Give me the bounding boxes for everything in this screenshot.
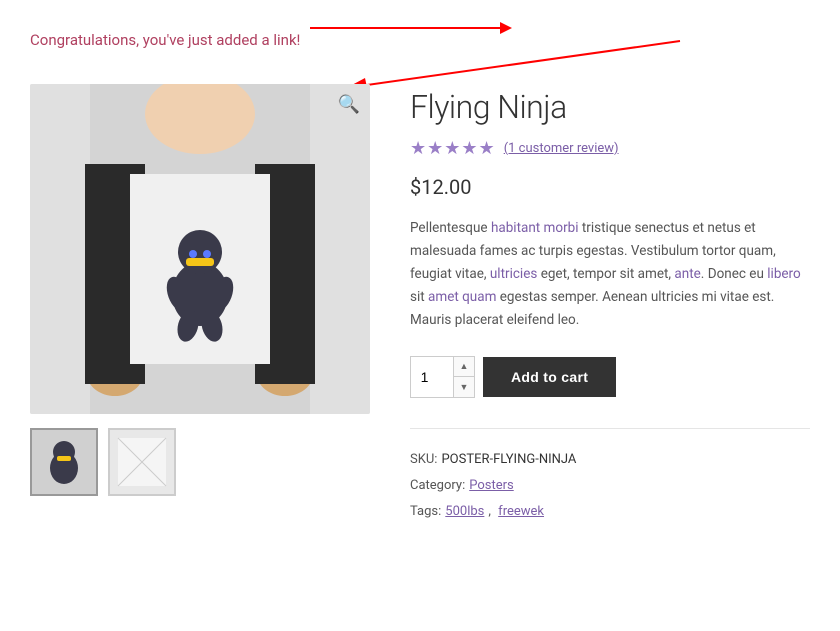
product-price: $12.00 [410, 175, 810, 199]
quantity-input-wrap: ▲ ▼ [410, 356, 475, 398]
zoom-icon[interactable]: 🔍 [338, 94, 360, 115]
desc-link-habitant[interactable]: habitant morbi [491, 220, 579, 236]
quantity-up-button[interactable]: ▲ [454, 357, 474, 377]
thumbnail-1[interactable] [30, 428, 98, 496]
rating-row: ★★★★★ (1 customer review) [410, 138, 810, 159]
tags-label: Tags: [410, 499, 441, 525]
thumbnail-row [30, 428, 370, 496]
product-images: 🔍 [30, 84, 370, 496]
sku-row: SKU: POSTER-FLYING-NINJA [410, 447, 810, 473]
tag-separator: , [488, 499, 494, 525]
category-row: Category: Posters [410, 473, 810, 499]
desc-link-libero[interactable]: libero [767, 266, 800, 282]
product-meta: SKU: POSTER-FLYING-NINJA Category: Poste… [410, 428, 810, 525]
review-link[interactable]: (1 customer review) [504, 141, 619, 156]
page-wrapper: Congratulations, you've just added a lin… [0, 0, 840, 545]
product-description: Pellentesque habitant morbi tristique se… [410, 217, 810, 332]
quantity-arrows: ▲ ▼ [453, 357, 474, 397]
diagonal-arrow-svg [330, 36, 690, 96]
add-to-cart-button[interactable]: Add to cart [483, 357, 616, 397]
star-rating: ★★★★★ [410, 138, 496, 159]
tag-freewek-link[interactable]: freewek [498, 499, 544, 525]
desc-link-ante[interactable]: ante [674, 266, 700, 282]
add-to-cart-row: ▲ ▼ Add to cart [410, 356, 810, 398]
congrats-text: Congratulations, you've just added a lin… [30, 31, 300, 49]
main-product-image: 🔍 [30, 84, 370, 414]
product-info: Flying Ninja ★★★★★ (1 customer review) $… [410, 84, 810, 525]
desc-link-amet[interactable]: amet quam [428, 289, 496, 305]
sku-value: POSTER-FLYING-NINJA [441, 447, 576, 473]
quantity-down-button[interactable]: ▼ [454, 377, 474, 397]
thumbnail-2[interactable] [108, 428, 176, 496]
tag-500lbs-link[interactable]: 500lbs [445, 499, 484, 525]
tags-row: Tags: 500lbs, freewek [410, 499, 810, 525]
sku-label: SKU: [410, 447, 437, 473]
product-area: 🔍 [30, 84, 810, 525]
product-illustration [30, 84, 370, 414]
desc-link-ultricies[interactable]: ultricies [490, 266, 537, 282]
category-link[interactable]: Posters [469, 473, 514, 499]
quantity-input[interactable] [411, 357, 453, 397]
category-label: Category: [410, 473, 465, 499]
